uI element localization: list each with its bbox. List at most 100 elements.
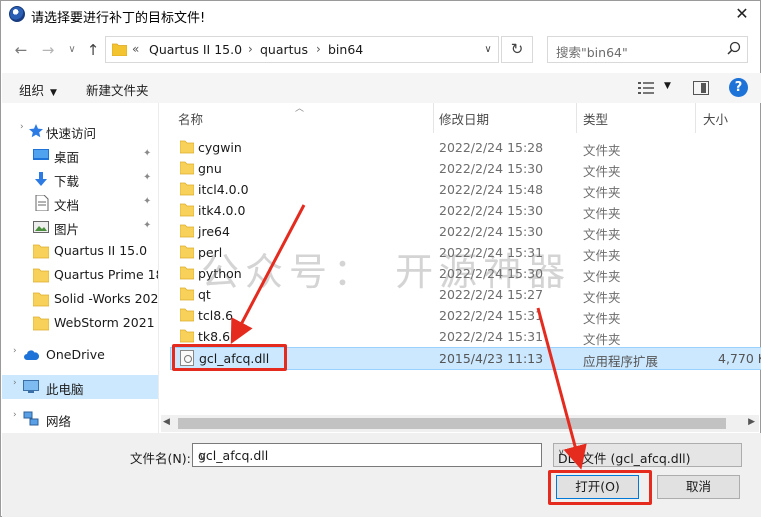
file-name: itk4.0.0 (198, 203, 246, 218)
folder-icon (33, 244, 49, 259)
folder-icon (180, 203, 194, 217)
recent-locations-icon[interactable]: ∨ (63, 41, 81, 59)
file-type: 文件夹 (583, 227, 621, 242)
sort-ascending-icon: ︿ (295, 104, 305, 114)
folder-icon (180, 329, 194, 343)
breadcrumb-separator-icon: › (248, 42, 253, 56)
sidebar-item-quick-access[interactable]: › 快速访问 (2, 119, 158, 143)
sidebar-item-label: 图片 (54, 222, 80, 237)
folder-icon (33, 268, 49, 283)
chevron-down-icon[interactable]: ∨ (198, 448, 538, 463)
cancel-button[interactable]: 取消 (657, 475, 740, 499)
breadcrumb-separator-icon: › (316, 42, 321, 56)
column-divider[interactable] (695, 103, 696, 133)
sidebar-item-label: 网络 (46, 414, 72, 429)
file-row[interactable]: itcl4.0.0 2022/2/24 15:48 文件夹 (170, 179, 761, 200)
sidebar-item-network[interactable]: › 网络 (2, 407, 158, 431)
column-header-type[interactable]: 类型 (583, 109, 608, 128)
column-header-name[interactable]: 名称 (178, 109, 203, 128)
chevron-right-icon[interactable]: › (20, 122, 24, 132)
scroll-left-icon[interactable]: ◀ (163, 417, 170, 427)
breadcrumb-bin64[interactable]: bin64 (328, 42, 363, 57)
file-row[interactable]: itk4.0.0 2022/2/24 15:30 文件夹 (170, 200, 761, 221)
forward-arrow-icon[interactable]: → (39, 41, 57, 59)
file-type: 文件夹 (583, 206, 621, 221)
file-open-dialog: 请选择要进行补丁的目标文件! ✕ ← → ∨ ↑ « Quartus II 15… (0, 0, 761, 517)
sidebar-item-label: 文档 (54, 198, 80, 213)
file-type: 文件夹 (583, 332, 621, 347)
column-divider[interactable] (576, 103, 577, 133)
command-bar: 组织 ▼ 新建文件夹 ▼ ? (2, 73, 761, 103)
column-header-date[interactable]: 修改日期 (439, 109, 489, 128)
sidebar-item-webstorm[interactable]: WebStorm 2021 (2, 311, 158, 335)
address-dropdown-icon[interactable]: ∨ (478, 37, 498, 62)
preview-pane-icon[interactable] (693, 81, 709, 95)
search-icon[interactable] (725, 40, 743, 58)
file-date: 2022/2/24 15:30 (439, 161, 544, 176)
sidebar-item-onedrive[interactable]: › OneDrive (2, 343, 158, 367)
sidebar-item-documents[interactable]: 文档 ✦ (2, 191, 158, 215)
up-arrow-icon[interactable]: ↑ (84, 41, 102, 59)
file-type: 文件夹 (583, 290, 621, 305)
folder-icon (180, 140, 194, 154)
file-date: 2022/2/24 15:30 (439, 203, 544, 218)
pin-icon: ✦ (143, 172, 152, 183)
file-type-filter[interactable]: DLL文件 (gcl_afcq.dll) ∨ (553, 443, 742, 467)
view-options-icon[interactable] (638, 81, 654, 95)
sidebar-item-label: Solid -Works 2022 (54, 291, 158, 306)
file-date: 2022/2/24 15:31 (439, 308, 544, 323)
folder-icon (180, 161, 194, 175)
column-header-size[interactable]: 大小 (703, 109, 728, 128)
file-row[interactable]: cygwin 2022/2/24 15:28 文件夹 (170, 137, 761, 158)
sidebar-item-quartus-ii[interactable]: Quartus II 15.0 (2, 239, 158, 263)
scrollbar-thumb[interactable] (178, 418, 726, 429)
file-type: 文件夹 (583, 311, 621, 326)
breadcrumb-quartus-ii[interactable]: Quartus II 15.0 (149, 42, 242, 57)
file-name: tcl8.6 (198, 308, 234, 323)
close-icon[interactable]: ✕ (730, 3, 754, 25)
file-row[interactable]: gnu 2022/2/24 15:30 文件夹 (170, 158, 761, 179)
file-type: 文件夹 (583, 143, 621, 158)
refresh-icon[interactable]: ↻ (501, 36, 533, 63)
help-icon[interactable]: ? (729, 78, 748, 97)
file-row[interactable]: tcl8.6 2022/2/24 15:31 文件夹 (170, 305, 761, 326)
folder-icon (180, 266, 194, 280)
column-divider[interactable] (433, 103, 434, 133)
sidebar-item-desktop[interactable]: 桌面 ✦ (2, 143, 158, 167)
chevron-down-icon: ∨ (558, 448, 565, 458)
file-name: cygwin (198, 140, 242, 155)
cloud-icon (24, 350, 39, 360)
chevron-right-icon[interactable]: › (13, 410, 17, 420)
back-arrow-icon[interactable]: ← (12, 41, 30, 59)
organize-menu[interactable]: 组织 ▼ (19, 80, 57, 99)
sidebar-item-quartus-prime[interactable]: Quartus Prime 18. (2, 263, 158, 287)
navigation-pane: › 快速访问 桌面 ✦ 下载 ✦ 文档 ✦ 图片 ✦ Quartus II 15… (2, 103, 158, 433)
chevron-right-icon[interactable]: › (13, 346, 17, 356)
view-dropdown-icon[interactable]: ▼ (664, 81, 671, 91)
sidebar-item-label: WebStorm 2021 (54, 315, 155, 330)
sidebar-item-solidworks[interactable]: Solid -Works 2022 (2, 287, 158, 311)
sidebar-item-pictures[interactable]: 图片 ✦ (2, 215, 158, 239)
file-type: 文件夹 (583, 164, 621, 179)
folder-icon (112, 43, 127, 56)
file-type: 应用程序扩展 (583, 354, 659, 369)
breadcrumb-quartus[interactable]: quartus (260, 42, 308, 57)
file-type: 文件夹 (583, 248, 621, 263)
scroll-right-icon[interactable]: ▶ (748, 417, 755, 427)
sidebar-item-label: OneDrive (46, 347, 105, 362)
chevron-right-icon[interactable]: › (13, 378, 17, 388)
sidebar-item-label: 此电脑 (46, 382, 84, 397)
search-box[interactable]: 搜索"bin64" (547, 36, 748, 63)
sidebar-item-label: 快速访问 (46, 126, 97, 141)
filename-input[interactable]: gcl_afcq.dll ∨ (192, 443, 542, 467)
pane-divider[interactable] (158, 103, 159, 433)
address-bar[interactable]: « Quartus II 15.0 › quartus › bin64 (105, 36, 499, 63)
sidebar-item-this-pc[interactable]: › 此电脑 (2, 375, 158, 399)
file-name: tk8.6 (198, 329, 231, 344)
sidebar-item-downloads[interactable]: 下载 ✦ (2, 167, 158, 191)
file-name: gnu (198, 161, 222, 176)
file-row[interactable]: jre64 2022/2/24 15:30 文件夹 (170, 221, 761, 242)
new-folder-button[interactable]: 新建文件夹 (86, 80, 149, 99)
breadcrumb-overflow[interactable]: « (132, 42, 139, 56)
horizontal-scrollbar[interactable]: ◀ ▶ (161, 415, 759, 432)
